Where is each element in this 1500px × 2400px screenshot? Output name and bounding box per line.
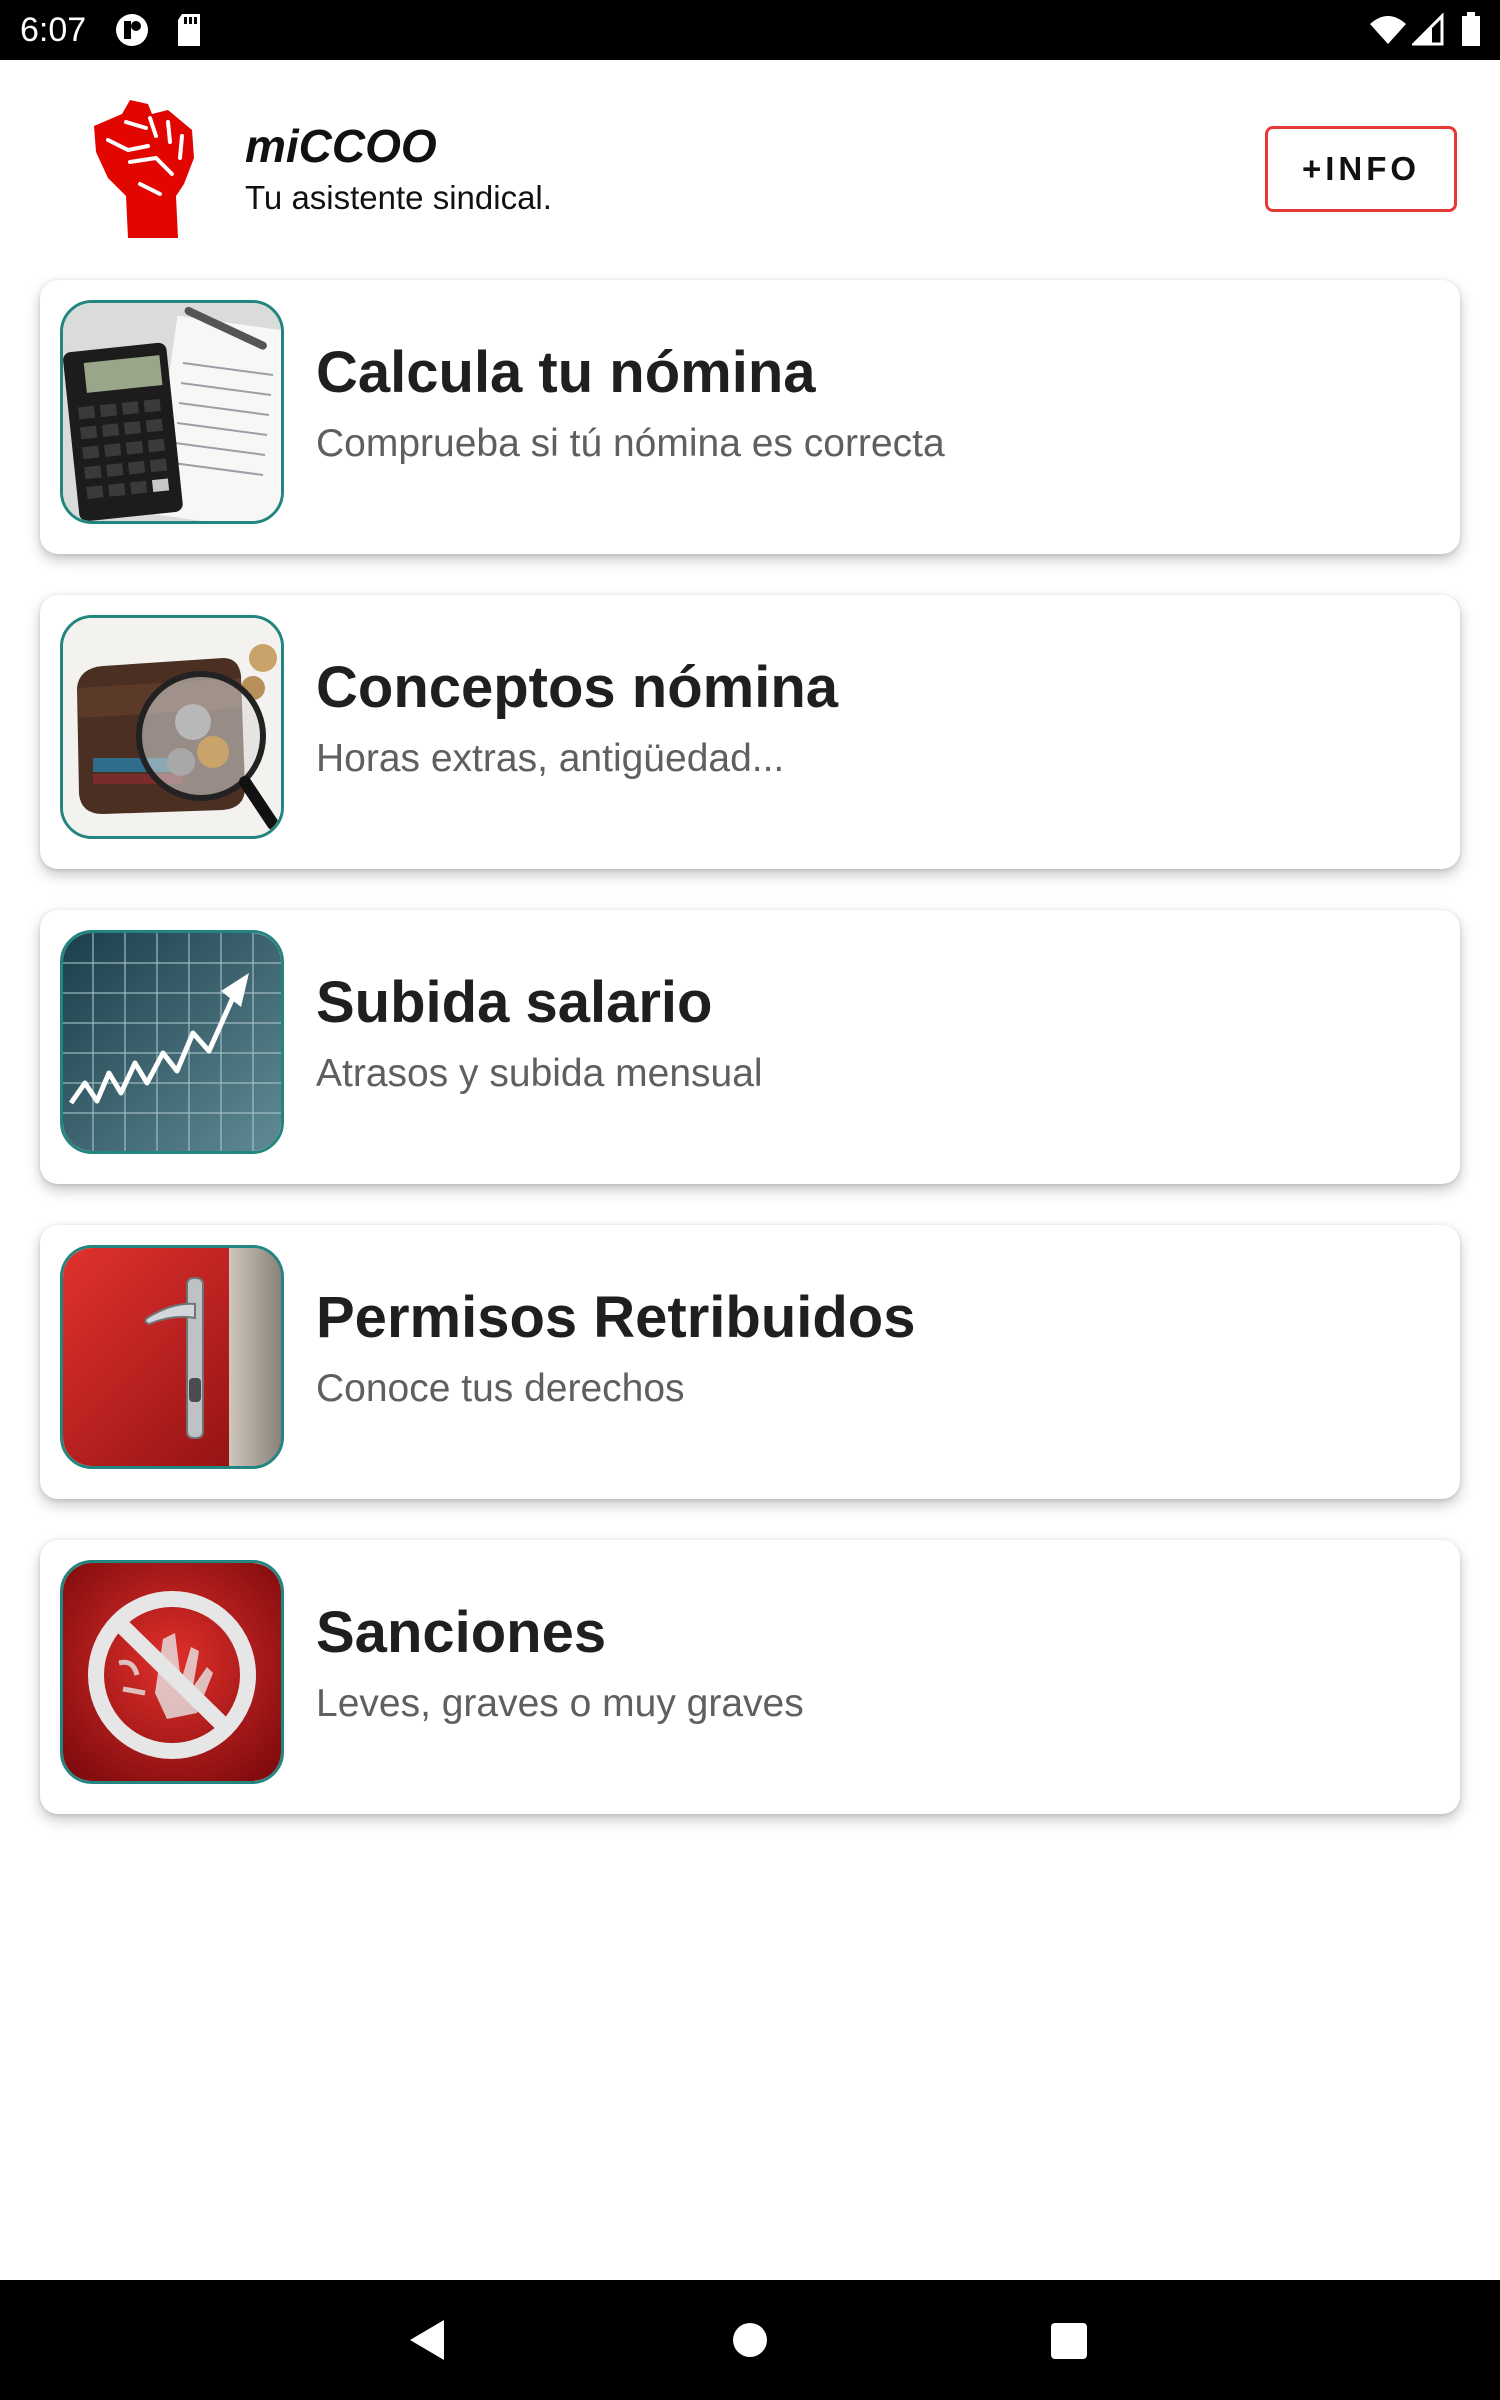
back-icon[interactable] <box>408 2318 448 2367</box>
card-conceptos-nomina[interactable]: Conceptos nómina Horas extras, antigüeda… <box>40 595 1460 869</box>
info-button[interactable]: +INFO <box>1265 126 1457 212</box>
prohibited-sign-image <box>60 1560 284 1784</box>
stock-chart-image <box>60 930 284 1154</box>
notification-app-icon <box>114 12 150 53</box>
card-subtitle: Leves, graves o muy graves <box>316 1682 804 1725</box>
card-title: Conceptos nómina <box>316 655 839 720</box>
status-bar: 6:07 <box>0 0 1500 60</box>
calculator-payslip-image <box>60 300 284 524</box>
card-subtitle: Atrasos y subida mensual <box>316 1052 763 1095</box>
card-calcula-nomina[interactable]: Calcula tu nómina Comprueba si tú nómina… <box>40 280 1460 554</box>
card-title: Calcula tu nómina <box>316 340 816 405</box>
wallet-magnifier-image <box>60 615 284 839</box>
cell-signal-icon <box>1410 12 1446 53</box>
app-subtitle: Tu asistente sindical. <box>245 179 552 216</box>
card-permisos-retribuidos[interactable]: Permisos Retribuidos Conoce tus derechos <box>40 1225 1460 1499</box>
recents-icon[interactable] <box>1050 2322 1088 2365</box>
home-icon[interactable] <box>732 2322 768 2363</box>
card-title: Subida salario <box>316 970 713 1035</box>
status-time: 6:07 <box>20 11 87 49</box>
raised-fist-icon <box>90 100 200 240</box>
card-title: Sanciones <box>316 1600 607 1665</box>
card-subtitle: Comprueba si tú nómina es correcta <box>316 422 945 465</box>
wifi-icon <box>1368 12 1408 53</box>
card-title: Permisos Retribuidos <box>316 1285 916 1350</box>
navigation-bar <box>0 2280 1500 2400</box>
sd-card-icon <box>174 12 204 53</box>
card-subtitle: Conoce tus derechos <box>316 1367 685 1410</box>
card-sanciones[interactable]: Sanciones Leves, graves o muy graves <box>40 1540 1460 1814</box>
red-door-handle-image <box>60 1245 284 1469</box>
card-subtitle: Horas extras, antigüedad... <box>316 737 785 780</box>
app-title: miCCOO <box>245 120 437 172</box>
battery-icon <box>1460 12 1482 53</box>
card-subida-salario[interactable]: Subida salario Atrasos y subida mensual <box>40 910 1460 1184</box>
